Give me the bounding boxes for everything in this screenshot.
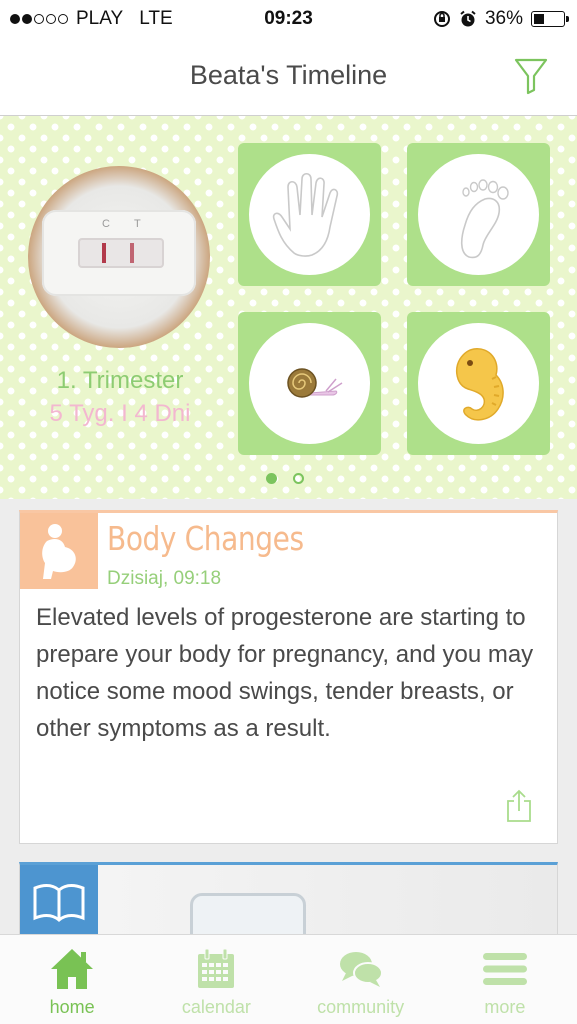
tab-label: calendar	[181, 997, 251, 1017]
calendar-icon	[198, 948, 235, 988]
snail-tile[interactable]	[238, 312, 381, 455]
page-indicator[interactable]	[266, 473, 304, 484]
carrier-label: PLAY	[76, 8, 124, 29]
alarm-icon	[460, 10, 476, 27]
navigation-bar: Beata's Timeline	[0, 38, 577, 116]
share-icon[interactable]	[505, 789, 533, 823]
tab-home[interactable]: home	[0, 935, 144, 1024]
tab-bar: home calendar community more	[0, 934, 577, 1024]
hand-icon	[272, 172, 338, 257]
menu-icon	[482, 953, 527, 985]
status-bar: PLAY LTE 09:23 36%	[0, 0, 577, 38]
card-title: Body Changes	[107, 519, 304, 558]
foot-icon	[460, 178, 509, 258]
tab-more[interactable]: more	[433, 935, 577, 1024]
next-card[interactable]	[19, 862, 558, 942]
rotation-lock-icon	[433, 11, 450, 27]
trimester-label: 1. Trimester	[56, 367, 184, 394]
battery-percent: 36%	[484, 8, 523, 29]
signal-strength-icon	[10, 14, 68, 24]
filter-icon[interactable]	[513, 56, 549, 96]
tab-calendar[interactable]: calendar	[144, 935, 288, 1024]
pregnant-woman-icon	[42, 524, 76, 579]
embryo-icon	[455, 347, 504, 421]
tab-label: more	[484, 997, 526, 1017]
test-label-c: C	[102, 218, 110, 230]
card-date: Dzisiaj, 09:18	[107, 568, 222, 589]
test-label-t: T	[134, 218, 141, 230]
network-label: LTE	[139, 8, 173, 29]
card-icon-box	[20, 513, 98, 589]
body-changes-card[interactable]: Body Changes Dzisiaj, 09:18 Elevated lev…	[19, 510, 558, 844]
page-dot[interactable]	[293, 473, 304, 484]
tab-label: home	[49, 997, 95, 1017]
embryo-tile[interactable]	[407, 312, 550, 455]
timeline-hero[interactable]: C T 1. Trimester 5 Tyg. I 4 Dni	[0, 116, 577, 499]
home-icon	[51, 949, 94, 989]
pregnancy-test-photo[interactable]: C T	[28, 166, 210, 348]
hand-print-tile[interactable]	[238, 143, 381, 286]
book-icon	[33, 884, 85, 922]
tab-label: community	[317, 997, 405, 1017]
foot-print-tile[interactable]	[407, 143, 550, 286]
tab-community[interactable]: community	[289, 935, 433, 1024]
page-dot[interactable]	[266, 473, 277, 484]
snail-icon	[286, 367, 342, 398]
pregnancy-duration: 5 Tyg. I 4 Dni	[49, 400, 191, 427]
card-photo	[98, 865, 557, 941]
battery-icon	[531, 11, 569, 27]
card-body: Elevated levels of progesterone are star…	[36, 604, 534, 742]
card-icon-box	[20, 865, 98, 939]
page-title: Beata's Timeline	[189, 60, 388, 90]
chat-bubbles-icon	[339, 952, 383, 987]
